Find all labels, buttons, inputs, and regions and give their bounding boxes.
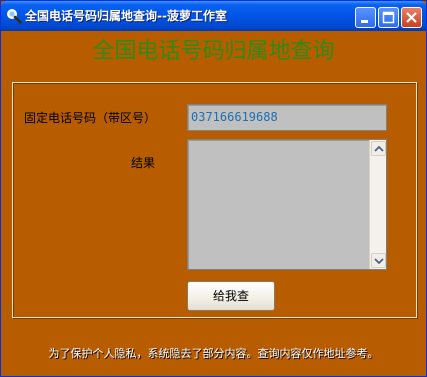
minimize-icon	[361, 20, 368, 23]
magnifier-icon	[6, 8, 22, 24]
window-title: 全国电话号码归属地查询--菠萝工作室	[25, 9, 227, 23]
app-heading: 全国电话号码归属地查询	[92, 39, 335, 64]
app-window: 全国电话号码归属地查询--菠萝工作室 全国电话号码归属地查询 固定电话号码（带区…	[0, 0, 427, 377]
maximize-icon	[382, 11, 395, 24]
chevron-up-icon	[374, 145, 384, 152]
phone-label: 固定电话号码（带区号）	[24, 111, 157, 125]
close-icon	[406, 12, 417, 23]
close-button[interactable]	[401, 7, 422, 28]
result-textarea[interactable]	[187, 139, 387, 270]
maximize-button[interactable]	[378, 7, 399, 28]
minimize-button[interactable]	[355, 7, 376, 28]
result-scrollbar[interactable]	[369, 140, 386, 269]
phone-input[interactable]: 037166619688	[187, 104, 387, 131]
result-label: 结果	[131, 156, 156, 170]
chevron-down-icon	[374, 258, 384, 265]
title-bar[interactable]: 全国电话号码归属地查询--菠萝工作室	[1, 1, 426, 31]
scroll-up-button[interactable]	[371, 141, 386, 156]
privacy-footer-note: 为了保护个人隐私，系统隐去了部分内容。查询内容仅作地址参考。	[48, 347, 379, 360]
scroll-down-button[interactable]	[371, 253, 386, 268]
query-button[interactable]: 给我查	[187, 281, 275, 311]
